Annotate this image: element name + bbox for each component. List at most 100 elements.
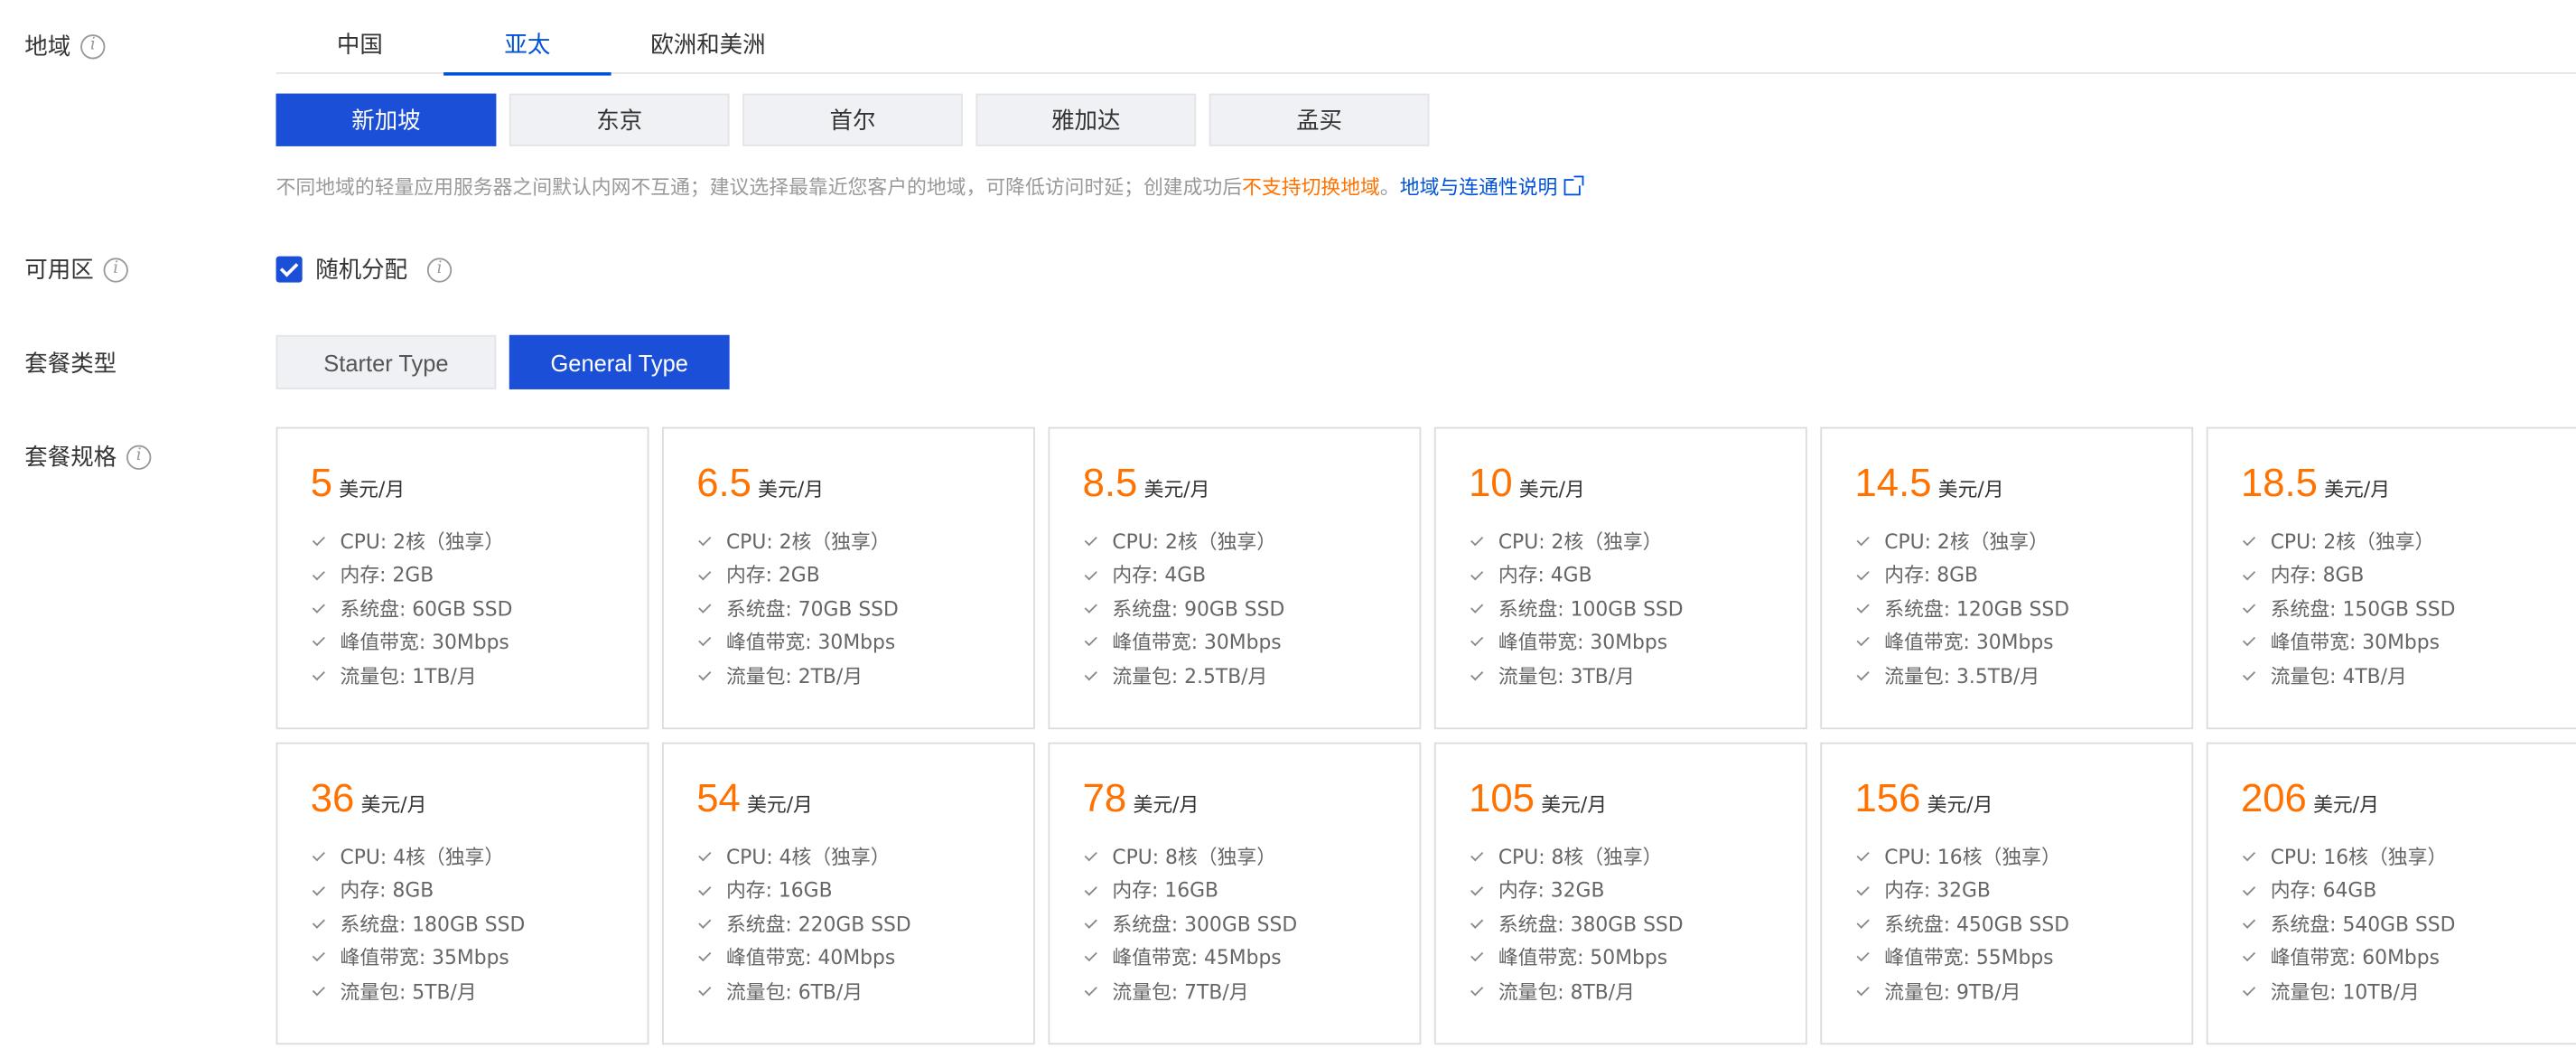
plan-spec-text: CPU: 2核（独享） [725, 530, 891, 554]
plan-spec-item: 流量包: 2.5TB/月 [1083, 660, 1420, 693]
plan-price-line: 14.5 美元/月 [1855, 462, 2192, 511]
check-icon [696, 849, 713, 866]
check-icon [1469, 883, 1485, 899]
plan-card[interactable]: 18.5 美元/月 CPU: 2核（独享） 内存: 8GB 系统盘: 150GB SSD… [2206, 426, 2576, 730]
plan-spec-item: 系统盘: 540GB SSD [2241, 908, 2576, 941]
check-icon [696, 916, 713, 932]
check-icon [311, 983, 327, 999]
region-connectivity-link[interactable]: 地域与连通性说明 [1400, 176, 1558, 199]
plan-spec-text: 系统盘: 380GB SSD [1498, 913, 1684, 936]
plan-price-line: 36 美元/月 [311, 777, 648, 827]
general-type-button[interactable]: General Type [509, 334, 730, 389]
plan-card[interactable]: 6.5 美元/月 CPU: 2核（独享） 内存: 2GB 系统盘: 70GB SSD 峰值… [662, 426, 1035, 730]
plan-spec-text: 流量包: 9TB/月 [1884, 979, 2021, 1003]
plan-spec-text: 内存: 2GB [340, 564, 434, 587]
plan-card[interactable]: 14.5 美元/月 CPU: 2核（独享） 内存: 8GB 系统盘: 120GB SSD… [1820, 426, 2194, 730]
city-button-tokyo[interactable]: 东京 [509, 93, 730, 146]
plan-spec-item: 内存: 2GB [696, 559, 1033, 593]
plan-card[interactable]: 10 美元/月 CPU: 2核（独享） 内存: 4GB 系统盘: 100GB SSD 峰值… [1433, 426, 1807, 730]
plan-price: 10 [1469, 461, 1513, 506]
plan-spec-item: 系统盘: 100GB SSD [1469, 593, 1806, 626]
plan-spec-item: 峰值带宽: 60Mbps [2241, 941, 2576, 975]
plan-spec-item: CPU: 4核（独享） [311, 841, 648, 875]
plan-card[interactable]: 156 美元/月 CPU: 16核（独享） 内存: 32GB 系统盘: 450GB SS… [1820, 742, 2194, 1045]
region-label: 地域 [24, 34, 71, 61]
starter-type-button[interactable]: Starter Type [275, 334, 497, 389]
plan-spec-text: CPU: 8核（独享） [1498, 846, 1663, 869]
info-icon[interactable]: i [426, 257, 453, 282]
external-link-icon[interactable] [1563, 175, 1584, 196]
info-icon[interactable]: i [126, 444, 152, 470]
check-icon [311, 950, 327, 966]
plan-spec-item: 内存: 32GB [1469, 875, 1806, 908]
plan-spec-text: 内存: 4GB [1112, 564, 1207, 587]
check-icon [696, 534, 713, 550]
tab-europe-americas[interactable]: 欧洲和美洲 [611, 0, 806, 74]
plan-spec-item: 峰值带宽: 30Mbps [696, 626, 1033, 660]
check-icon [2241, 634, 2257, 651]
plan-spec-text: 峰值带宽: 30Mbps [340, 631, 509, 654]
plan-spec-item: 峰值带宽: 30Mbps [1855, 626, 2192, 660]
plan-grid: 5 美元/月 CPU: 2核（独享） 内存: 2GB 系统盘: 60GB SSD 峰值带宽… [275, 426, 2576, 1058]
notice-warning: 不支持切换地域 [1242, 175, 1380, 199]
plan-spec-text: 系统盘: 120GB SSD [1884, 597, 2070, 621]
check-icon [1855, 601, 1871, 617]
check-icon [311, 883, 327, 899]
check-icon [1469, 849, 1485, 866]
plan-spec-text: 系统盘: 150GB SSD [2270, 597, 2456, 621]
plan-price-unit: 美元/月 [1937, 478, 2004, 501]
plan-spec-text: 流量包: 2TB/月 [725, 664, 863, 688]
tab-china[interactable]: 中国 [276, 0, 444, 74]
plan-spec-text: 峰值带宽: 45Mbps [1112, 946, 1282, 969]
plan-spec-item: 流量包: 9TB/月 [1855, 975, 2192, 1008]
plan-spec-text: CPU: 16核（独享） [1884, 846, 2061, 869]
plan-card[interactable]: 206 美元/月 CPU: 16核（独享） 内存: 64GB 系统盘: 540GB SS… [2206, 742, 2576, 1045]
plan-spec-item: 内存: 4GB [1469, 559, 1806, 593]
info-icon[interactable]: i [103, 257, 128, 282]
check-icon [696, 601, 713, 617]
plan-spec-item: 流量包: 3.5TB/月 [1855, 660, 2192, 693]
random-zone-label[interactable]: 随机分配 [315, 253, 407, 286]
plan-card[interactable]: 5 美元/月 CPU: 2核（独享） 内存: 2GB 系统盘: 60GB SSD 峰值带宽… [275, 426, 649, 730]
region-label-row: 地域 i [24, 30, 106, 62]
plan-spec-item: 系统盘: 380GB SSD [1469, 908, 1806, 941]
plan-price-unit: 美元/月 [360, 793, 427, 817]
plan-spec-item: 峰值带宽: 45Mbps [1083, 941, 1420, 975]
plan-spec-item: CPU: 2核（独享） [2241, 526, 2576, 559]
check-icon [2241, 883, 2257, 899]
plan-spec-text: 系统盘: 300GB SSD [1112, 913, 1298, 936]
plan-card[interactable]: 36 美元/月 CPU: 4核（独享） 内存: 8GB 系统盘: 180GB SSD 峰值… [275, 742, 649, 1045]
info-icon[interactable]: i [80, 33, 106, 59]
tab-asia-pacific[interactable]: 亚太 [443, 0, 611, 76]
plan-price-line: 8.5 美元/月 [1083, 462, 1420, 511]
check-icon [311, 601, 327, 617]
plan-card[interactable]: 78 美元/月 CPU: 8核（独享） 内存: 16GB 系统盘: 300GB SSD 峰… [1048, 742, 1422, 1045]
check-icon [1469, 668, 1485, 684]
check-icon [1083, 601, 1099, 617]
check-icon [1083, 567, 1099, 584]
city-button-jakarta[interactable]: 雅加达 [975, 93, 1197, 146]
check-icon [1855, 567, 1871, 584]
plan-price-line: 54 美元/月 [696, 777, 1033, 827]
check-icon [311, 567, 327, 584]
plan-spec-item: 内存: 2GB [311, 559, 648, 593]
plan-card[interactable]: 54 美元/月 CPU: 4核（独享） 内存: 16GB 系统盘: 220GB SSD 峰… [662, 742, 1035, 1045]
plan-spec-text: 系统盘: 450GB SSD [1884, 913, 2070, 936]
package-spec-label: 套餐规格 [24, 445, 117, 472]
plan-card[interactable]: 8.5 美元/月 CPU: 2核（独享） 内存: 4GB 系统盘: 90GB SSD 峰值… [1048, 426, 1422, 730]
random-zone-checkbox[interactable] [275, 256, 303, 283]
check-icon [1855, 534, 1871, 550]
city-button-seoul[interactable]: 首尔 [742, 93, 963, 146]
plan-spec-item: 系统盘: 70GB SSD [696, 593, 1033, 626]
city-button-mumbai[interactable]: 孟买 [1209, 93, 1430, 146]
city-button-singapore[interactable]: 新加坡 [275, 93, 497, 146]
plan-spec-item: 系统盘: 180GB SSD [311, 908, 648, 941]
check-icon [1469, 601, 1485, 617]
plan-spec-text: 峰值带宽: 30Mbps [1498, 631, 1668, 654]
plan-spec-text: 内存: 8GB [2270, 564, 2365, 587]
plan-card[interactable]: 105 美元/月 CPU: 8核（独享） 内存: 32GB 系统盘: 380GB SSD… [1433, 742, 1807, 1045]
plan-spec-item: 峰值带宽: 30Mbps [1469, 626, 1806, 660]
plan-price-line: 10 美元/月 [1469, 462, 1806, 511]
plan-spec-text: 内存: 32GB [1884, 879, 1991, 903]
city-selector: 新加坡 东京 首尔 雅加达 孟买 [275, 93, 1430, 146]
